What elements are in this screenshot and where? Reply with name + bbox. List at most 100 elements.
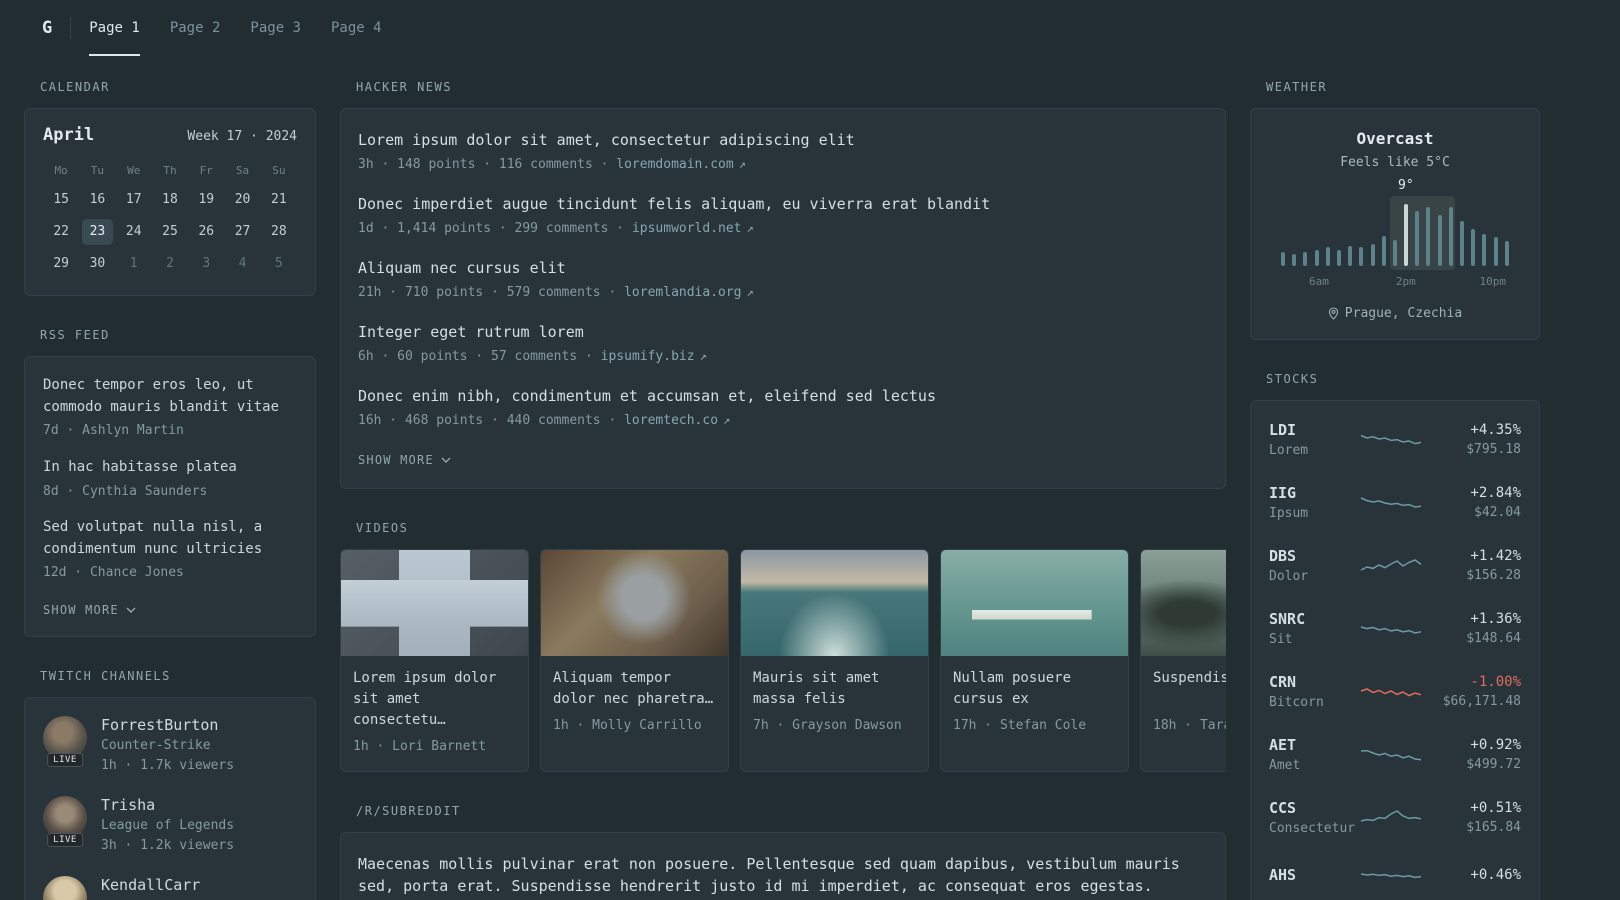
tab-page-1[interactable]: Page 1 <box>89 0 140 56</box>
weather-bar <box>1348 246 1353 266</box>
tab-page-4[interactable]: Page 4 <box>331 0 382 56</box>
stock-name: Amet <box>1269 758 1301 773</box>
hn-item-domain-link[interactable]: ipsumify.biz <box>601 349 695 364</box>
stock-sparkline <box>1360 496 1422 508</box>
stock-row[interactable]: SNRC Sit +1.36% $148.64 <box>1269 597 1521 660</box>
video-card[interactable]: Lorem ipsum dolor sit amet consectetu… 1h… <box>340 549 529 772</box>
chevron-down-icon <box>441 457 451 463</box>
app-logo[interactable]: G <box>42 0 52 56</box>
calendar-day: 17 <box>125 192 142 207</box>
video-title[interactable]: Suspendisse diam <box>1153 668 1226 710</box>
stock-name: Ipsum <box>1269 506 1309 521</box>
hn-item-domain-link[interactable]: loremtech.co <box>624 413 718 428</box>
hn-item-title[interactable]: Integer eget rutrum lorem <box>358 321 1208 344</box>
rss-item: Donec tempor eros leo, ut commodo mauris… <box>43 375 297 441</box>
weather-location: Prague, Czechia <box>1344 306 1463 321</box>
calendar-day-today: 23 <box>82 219 113 245</box>
tab-page-2[interactable]: Page 2 <box>170 0 221 56</box>
weather-feels-like: Feels like 5°C <box>1340 155 1450 170</box>
stocks-label: STOCKS <box>1266 372 1319 386</box>
hn-show-more-button[interactable]: SHOW MORE <box>358 453 451 467</box>
reddit-item: Maecenas mollis pulvinar erat non posuer… <box>358 853 1208 900</box>
weather-hour-labels: 6am 2pm 10pm <box>1281 275 1509 290</box>
stock-row[interactable]: CCS Consectetur +0.51% $165.84 <box>1269 786 1521 849</box>
weather-peak-temp: 9° <box>1398 178 1414 193</box>
weather-bar <box>1303 252 1308 266</box>
hn-item-domain-link[interactable]: loremdomain.com <box>616 157 733 172</box>
weather-location-row[interactable]: Prague, Czechia <box>1269 306 1521 321</box>
rss-item-meta: 8d · Cynthia Saunders <box>43 483 208 499</box>
twitch-channel[interactable]: KendallCarr <box>43 875 297 900</box>
video-meta: 18h · Tara <box>1153 718 1226 733</box>
channel-name[interactable]: ForrestBurton <box>101 716 234 736</box>
rss-item: Sed volutpat nulla nisl, a condimentum n… <box>43 517 297 583</box>
weather-hour-label: 6am <box>1309 275 1329 288</box>
channel-name[interactable]: Trisha <box>101 796 234 816</box>
rss-show-more-button[interactable]: SHOW MORE <box>43 603 136 617</box>
hn-item-title[interactable]: Donec enim nibh, condimentum et accumsan… <box>358 385 1208 408</box>
hacker-news-widget: HACKER NEWS Lorem ipsum dolor sit amet, … <box>340 80 1226 489</box>
stock-values: +1.42% $156.28 <box>1427 548 1521 583</box>
stock-row[interactable]: LDI Lorem +4.35% $795.18 <box>1269 408 1521 471</box>
hn-item-domain-link[interactable]: loremlandia.org <box>624 285 741 300</box>
hacker-news-card: Lorem ipsum dolor sit amet, consectetur … <box>340 108 1226 489</box>
stock-price: $148.64 <box>1466 631 1521 646</box>
video-card[interactable]: Mauris sit amet massa felis 7h · Grayson … <box>740 549 929 772</box>
page-tabs: Page 1 Page 2 Page 3 Page 4 <box>89 0 382 56</box>
stock-change: +0.46% <box>1470 867 1521 883</box>
hn-item-title[interactable]: Donec imperdiet augue tincidunt felis al… <box>358 193 1208 216</box>
rss-item-title[interactable]: Donec tempor eros leo, ut commodo mauris… <box>43 375 297 418</box>
hn-item-domain-link[interactable]: ipsumworld.net <box>632 221 742 236</box>
channel-meta: 1h · 1.7k viewers <box>101 758 235 774</box>
stock-values: +1.36% $148.64 <box>1427 611 1521 646</box>
stock-symbol: LDI <box>1269 421 1297 439</box>
stock-row[interactable]: AHS +0.46% <box>1269 849 1521 900</box>
stock-symbol: CRN <box>1269 673 1297 691</box>
stock-row[interactable]: CRN Bitcorn -1.00% $66,171.48 <box>1269 660 1521 723</box>
channel-name[interactable]: KendallCarr <box>101 876 200 896</box>
channel-meta: 3h · 1.2k viewers <box>101 838 235 854</box>
stock-row[interactable]: IIG Ipsum +2.84% $42.04 <box>1269 471 1521 534</box>
video-card[interactable]: Suspendisse diam 18h · Tara <box>1140 549 1226 772</box>
hn-item-meta: 6h · 60 points · 57 comments · ipsumify.… <box>358 347 1208 367</box>
twitch-channel[interactable]: LIVE Trisha League of Legends 3h · 1.2k vie… <box>43 795 297 856</box>
video-title[interactable]: Nullam posuere cursus ex <box>953 668 1116 710</box>
calendar-day: 30 <box>89 256 106 271</box>
channel-avatar: LIVE <box>43 715 87 767</box>
video-title[interactable]: Aliquam tempor dolor nec pharetra… <box>553 668 716 710</box>
weather-bar <box>1448 207 1453 266</box>
calendar-month: April <box>43 125 95 145</box>
calendar-day: 15 <box>53 192 69 207</box>
tab-page-3[interactable]: Page 3 <box>250 0 301 56</box>
stock-sparkline <box>1360 625 1422 634</box>
rss-item-title[interactable]: Sed volutpat nulla nisl, a condimentum n… <box>43 517 297 560</box>
video-card[interactable]: Nullam posuere cursus ex 17h · Stefan Col… <box>940 549 1129 772</box>
weather-bar <box>1415 211 1420 266</box>
weather-card: Overcast Feels like 5°C 9° 6am 2pm 10pm Pr… <box>1250 108 1540 340</box>
stock-values: +0.46% <box>1427 867 1521 883</box>
stock-price: $165.84 <box>1466 820 1521 835</box>
rss-item-title[interactable]: In hac habitasse platea <box>43 457 297 479</box>
stock-row[interactable]: DBS Dolor +1.42% $156.28 <box>1269 534 1521 597</box>
video-thumbnail <box>941 550 1128 656</box>
stock-name: Sit <box>1269 632 1293 647</box>
subreddit-card: Maecenas mollis pulvinar erat non posuer… <box>340 831 1226 900</box>
video-title[interactable]: Mauris sit amet massa felis <box>753 668 916 710</box>
middle-column: HACKER NEWS Lorem ipsum dolor sit amet, … <box>340 80 1226 900</box>
video-title[interactable]: Lorem ipsum dolor sit amet consectetu… <box>353 668 516 731</box>
hn-item-meta: 21h · 710 points · 579 comments · loreml… <box>358 283 1208 303</box>
video-body: Aliquam tempor dolor nec pharetra… 1h · M… <box>541 656 728 750</box>
reddit-item-title[interactable]: Maecenas mollis pulvinar erat non posuer… <box>358 853 1208 898</box>
hn-item-title[interactable]: Lorem ipsum dolor sit amet, consectetur … <box>358 129 1208 152</box>
stock-row[interactable]: AET Amet +0.92% $499.72 <box>1269 723 1521 786</box>
video-card[interactable]: Aliquam tempor dolor nec pharetra… 1h · M… <box>540 549 729 772</box>
stock-sparkline <box>1360 809 1422 822</box>
stock-change: +4.35% <box>1470 422 1521 438</box>
calendar-day: 25 <box>162 224 178 239</box>
stock-symbol: AET <box>1269 736 1297 754</box>
dashboard-grid: CALENDAR April Week 17 · 2024 Mo Tu We Th Fr… <box>0 56 1620 900</box>
video-body: Suspendisse diam 18h · Tara <box>1141 656 1226 750</box>
twitch-channel[interactable]: LIVE ForrestBurton Counter-Strike 1h · 1.7k… <box>43 715 297 776</box>
stock-values: +0.92% $499.72 <box>1427 737 1521 772</box>
hn-item-title[interactable]: Aliquam nec cursus elit <box>358 257 1208 280</box>
